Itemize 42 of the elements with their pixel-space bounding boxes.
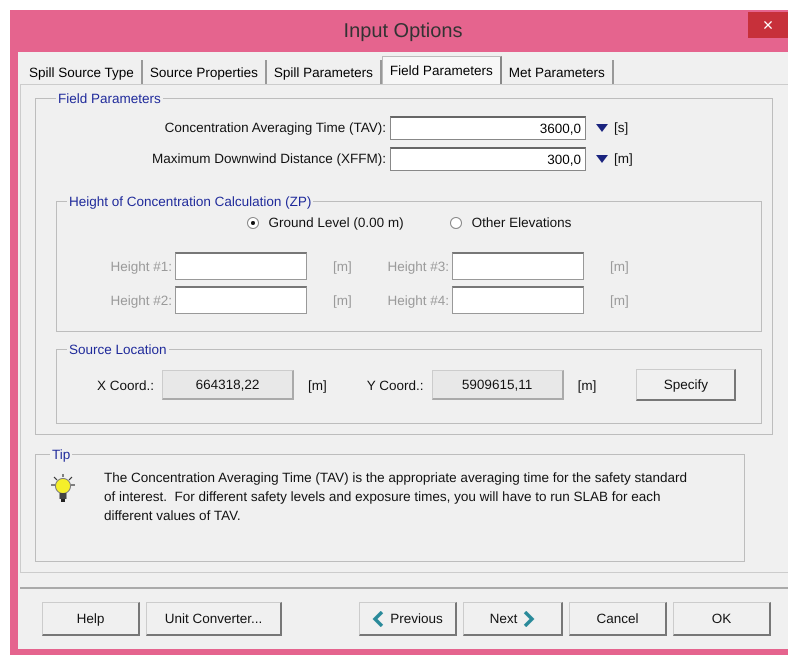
next-button[interactable]: Next (463, 602, 563, 636)
unit-label: [m] (308, 378, 327, 392)
field-label: Height #4: (386, 292, 450, 308)
tab[interactable]: Field Parameters (382, 56, 502, 84)
group-title: Field Parameters (57, 91, 162, 106)
chevron-right-icon (523, 610, 536, 626)
light-bulb-icon (50, 474, 76, 504)
unit-label: [s] (614, 120, 628, 135)
group-title: Tip (51, 447, 72, 462)
unit-label: [m] (578, 378, 596, 392)
dialog-button[interactable]: Help (42, 602, 140, 636)
field-label: Maximum Downwind Distance (XFFM): (150, 151, 387, 166)
unit-label: [m] (610, 258, 629, 274)
coord-label: X Coord.: (97, 378, 154, 392)
unit-label: [m] (333, 258, 352, 274)
field-label: Height #1: (109, 258, 173, 274)
field-label: Height #3: (386, 258, 450, 274)
dialog-button[interactable]: OK (673, 602, 771, 636)
dropdown-arrow-icon[interactable] (596, 124, 608, 132)
previous-button[interactable]: Previous (359, 602, 457, 636)
close-button[interactable]: × (748, 12, 788, 38)
unit-label: [m] (614, 151, 633, 166)
radio-option[interactable]: Other Elevations (450, 215, 572, 230)
dialog-button[interactable]: Cancel (569, 602, 667, 636)
coord-value: 5909615,11 (432, 370, 564, 400)
dialog-button[interactable]: Unit Converter... (146, 602, 282, 636)
dropdown-arrow-icon[interactable] (596, 154, 608, 162)
tip-text: The Concentration Averaging Time (TAV) is the appropriate averaging time for the safety standard of interest. For different safety levels and exposure times, you will have to run SLAB for each different values of TAV. (104, 469, 688, 525)
radio-option[interactable]: Ground Level (0.00 m) (246, 215, 404, 230)
field-label: Concentration Averaging Time (TAV): (164, 120, 387, 135)
unit-label: [m] (333, 292, 352, 308)
coord-label: Y Coord.: (366, 378, 424, 392)
group-title: Height of Concentration Calculation (ZP) (68, 194, 312, 209)
specify-button[interactable]: Specify (636, 369, 736, 401)
coord-value: 664318,22 (162, 370, 294, 400)
input-field[interactable]: 3600,0 (390, 116, 586, 140)
group-title: Source Location (68, 342, 168, 357)
chevron-left-icon (372, 610, 384, 626)
input-field[interactable]: 300,0 (390, 146, 586, 170)
window-title: Input Options (344, 20, 462, 42)
unit-label: [m] (610, 292, 629, 308)
field-label: Height #2: (109, 292, 173, 308)
